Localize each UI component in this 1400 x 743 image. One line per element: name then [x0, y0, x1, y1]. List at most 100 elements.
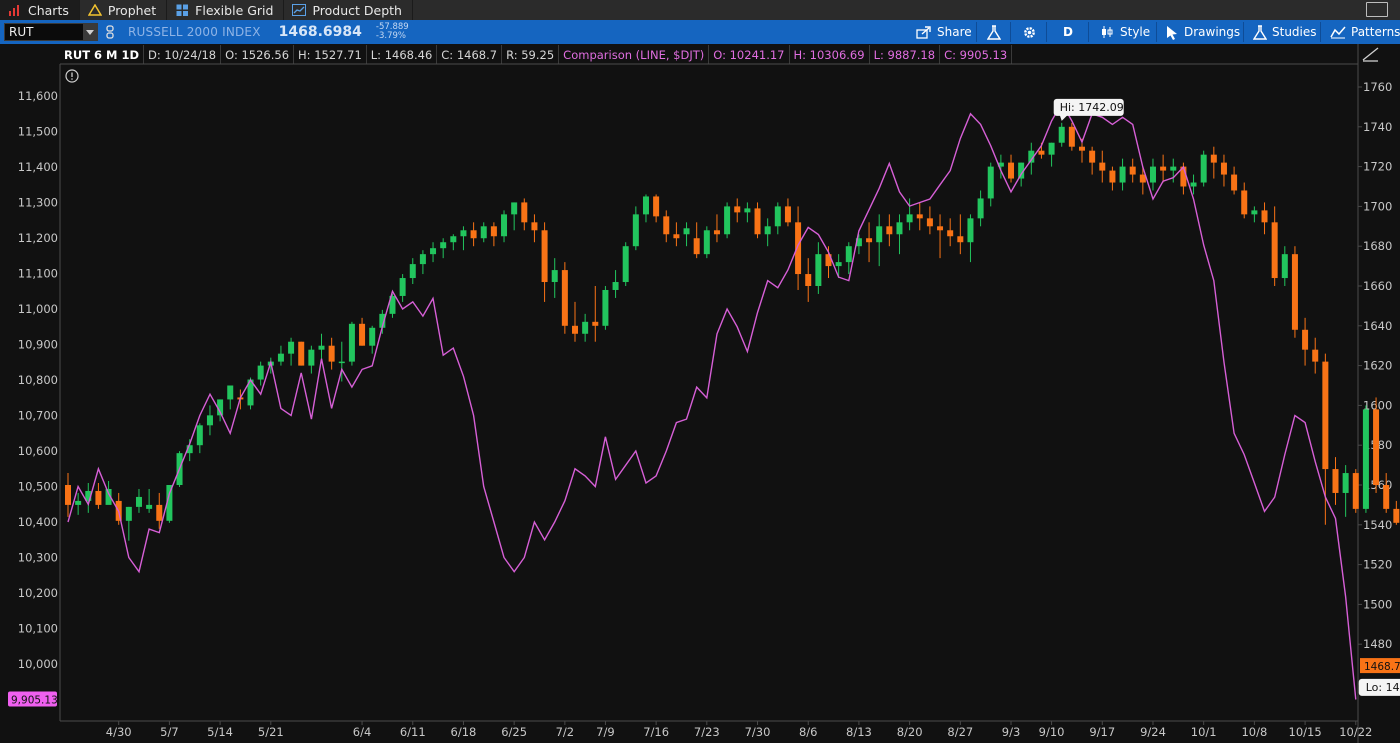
- candle: [916, 202, 923, 231]
- candle: [1362, 405, 1369, 513]
- candle-body: [65, 485, 71, 505]
- link-icon[interactable]: [106, 25, 118, 39]
- toolbar-divider: [1010, 22, 1011, 42]
- candle-body: [95, 490, 102, 505]
- candle: [947, 218, 954, 247]
- candle: [774, 202, 781, 235]
- tab-charts[interactable]: Charts: [0, 0, 80, 20]
- x-axis-tick-label: 5/7: [160, 725, 179, 739]
- candle-body: [501, 214, 508, 237]
- tab-prophet[interactable]: Prophet: [80, 0, 168, 20]
- left-axis-tick-label: 10,000: [18, 657, 58, 671]
- candle-body: [1251, 210, 1258, 215]
- tab-product-depth[interactable]: Product Depth: [284, 0, 413, 20]
- candle: [328, 337, 335, 370]
- candle-body: [480, 226, 487, 239]
- candle-body: [328, 345, 335, 362]
- candle: [450, 234, 457, 251]
- right-axis-tick-label: 1680: [1363, 239, 1392, 253]
- candle: [1373, 397, 1380, 493]
- style-button[interactable]: Style: [1100, 20, 1150, 44]
- patterns-icon: [1330, 26, 1346, 39]
- candle-body: [1271, 222, 1278, 279]
- expand-chart-icon[interactable]: [1362, 47, 1379, 62]
- tab-label: Prophet: [107, 2, 157, 18]
- studies-button[interactable]: Studies: [1253, 20, 1317, 44]
- left-axis-tick-label: 11,600: [18, 89, 58, 103]
- candles-icon: [1102, 26, 1113, 38]
- candle-body: [1261, 210, 1268, 223]
- tab-flexible-grid[interactable]: Flexible Grid: [167, 0, 285, 20]
- candle-body: [815, 254, 822, 286]
- candle-body: [156, 504, 163, 521]
- candle-body: [744, 208, 751, 213]
- candle: [369, 325, 376, 354]
- candle: [784, 198, 791, 227]
- candle-body: [1190, 182, 1197, 187]
- candle: [470, 222, 477, 247]
- candle: [135, 488, 142, 513]
- candle-body: [1058, 126, 1065, 143]
- candle-body: [206, 415, 213, 426]
- candle-body: [1119, 166, 1126, 183]
- x-axis-tick-label: 8/6: [799, 725, 818, 739]
- candle: [480, 222, 487, 243]
- symbol-value: RUT: [9, 25, 34, 39]
- candle: [511, 202, 518, 231]
- maximize-button[interactable]: [1366, 2, 1388, 17]
- candle-body: [906, 214, 913, 223]
- left-axis-tick-label: 10,200: [18, 586, 58, 600]
- right-axis-tick-label: 1500: [1363, 597, 1392, 611]
- toolbar-divider: [1046, 22, 1047, 42]
- flask-button[interactable]: [987, 20, 1006, 44]
- settings-button[interactable]: [1022, 20, 1042, 44]
- candle-body: [521, 202, 528, 223]
- candle: [1139, 166, 1146, 195]
- right-axis-tick-label: 1540: [1363, 518, 1392, 532]
- comparison-series: [67, 101, 1357, 700]
- candle-body: [1302, 329, 1309, 350]
- candle-body: [926, 218, 933, 227]
- candle: [734, 198, 741, 223]
- share-button[interactable]: Share: [916, 20, 972, 44]
- candle: [693, 222, 700, 259]
- candle-body: [470, 230, 477, 239]
- patterns-button[interactable]: Patterns: [1330, 20, 1400, 44]
- candle: [1393, 500, 1400, 525]
- candle: [308, 345, 315, 374]
- symbol-selector[interactable]: RUT: [4, 23, 98, 41]
- candle: [835, 254, 842, 279]
- candle-body: [1149, 166, 1156, 183]
- share-icon: [916, 26, 931, 39]
- x-axis-tick-label: 10/22: [1339, 725, 1372, 739]
- x-axis-tick-label: 7/23: [694, 725, 720, 739]
- flask-icon: [987, 24, 1001, 40]
- x-axis-tick-label: 9/3: [1002, 725, 1021, 739]
- drawings-button[interactable]: Drawings: [1166, 20, 1240, 44]
- chevron-down-icon[interactable]: [83, 24, 97, 40]
- candle-body: [277, 353, 284, 362]
- candle-body: [257, 365, 264, 380]
- share-label: Share: [937, 25, 972, 39]
- candle: [1302, 317, 1309, 366]
- candle: [957, 214, 964, 255]
- aggregation-button[interactable]: D: [1063, 20, 1073, 44]
- alert-icon[interactable]: [65, 69, 79, 83]
- left-axis-tick-label: 10,400: [18, 515, 58, 529]
- thinkorswim-window: Charts Prophet Flexible Grid Product Dep…: [0, 0, 1400, 743]
- candle-body: [795, 222, 802, 275]
- x-axis-tick-label: 6/11: [400, 725, 426, 739]
- candle: [1068, 122, 1075, 151]
- x-axis-tick-label: 6/25: [501, 725, 527, 739]
- candle-body: [632, 214, 639, 247]
- candle-body: [774, 206, 781, 227]
- x-axis-tick-label: 8/27: [947, 725, 973, 739]
- candle-body: [308, 349, 315, 366]
- aggregation-label: D: [1063, 25, 1073, 39]
- candle-body: [987, 166, 994, 199]
- x-axis-tick-label: 7/30: [745, 725, 771, 739]
- candle-body: [886, 226, 893, 235]
- price-chart[interactable]: 10,000 10,100 10,200 10,300 10,400 10,500 10,6…: [0, 44, 1400, 743]
- candle: [541, 222, 548, 302]
- candle-body: [1079, 146, 1085, 151]
